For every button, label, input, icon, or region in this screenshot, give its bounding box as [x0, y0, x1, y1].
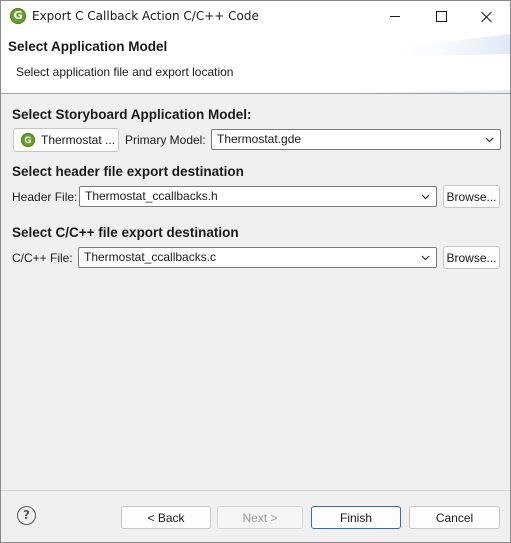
- cpp-browse-button[interactable]: Browse...: [443, 246, 500, 269]
- select-model-button-label: Thermostat ...: [41, 133, 116, 147]
- select-model-button[interactable]: G Thermostat ...: [13, 128, 119, 152]
- finish-button[interactable]: Finish: [311, 506, 401, 529]
- dialog-window: G Export C Callback Action C/C++ Code Se…: [0, 0, 511, 543]
- minimize-button[interactable]: [372, 1, 418, 32]
- help-icon[interactable]: ?: [17, 506, 36, 525]
- primary-model-label: Primary Model:: [125, 133, 206, 147]
- next-button[interactable]: Next >: [217, 506, 303, 529]
- header-section-title: Select header file export destination: [12, 164, 244, 179]
- chevron-down-icon: [485, 137, 494, 143]
- close-button[interactable]: [464, 1, 510, 32]
- header-file-value: Thermostat_ccallbacks.h: [85, 189, 218, 203]
- wizard-header-banner: Select Application Model Select applicat…: [1, 32, 510, 94]
- footer-divider: [1, 490, 510, 491]
- back-button[interactable]: < Back: [121, 506, 211, 529]
- window-title: Export C Callback Action C/C++ Code: [32, 9, 259, 23]
- title-bar: G Export C Callback Action C/C++ Code: [1, 1, 510, 32]
- minimize-icon: [390, 16, 400, 17]
- cpp-section-title: Select C/C++ file export destination: [12, 225, 239, 240]
- cpp-file-value: Thermostat_ccallbacks.c: [84, 250, 217, 264]
- cpp-file-label: C/C++ File:: [12, 251, 73, 265]
- model-section-title: Select Storyboard Application Model:: [12, 107, 252, 122]
- primary-model-value: Thermostat.gde: [217, 132, 302, 146]
- header-file-combo[interactable]: Thermostat_ccallbacks.h: [79, 186, 437, 207]
- maximize-icon: [435, 11, 447, 22]
- cancel-button[interactable]: Cancel: [409, 506, 500, 529]
- maximize-button[interactable]: [418, 1, 464, 32]
- app-model-icon: G: [21, 133, 35, 147]
- header-browse-button[interactable]: Browse...: [443, 185, 500, 208]
- banner-decoration: [360, 34, 510, 93]
- app-logo-icon: G: [10, 8, 26, 24]
- header-file-label: Header File:: [12, 190, 78, 204]
- chevron-down-icon: [421, 255, 430, 261]
- chevron-down-icon: [421, 194, 430, 200]
- close-icon: [481, 11, 493, 23]
- cpp-file-combo[interactable]: Thermostat_ccallbacks.c: [78, 247, 437, 268]
- page-description: Select application file and export locat…: [16, 65, 234, 79]
- primary-model-select[interactable]: Thermostat.gde: [211, 129, 501, 150]
- page-title: Select Application Model: [8, 39, 168, 54]
